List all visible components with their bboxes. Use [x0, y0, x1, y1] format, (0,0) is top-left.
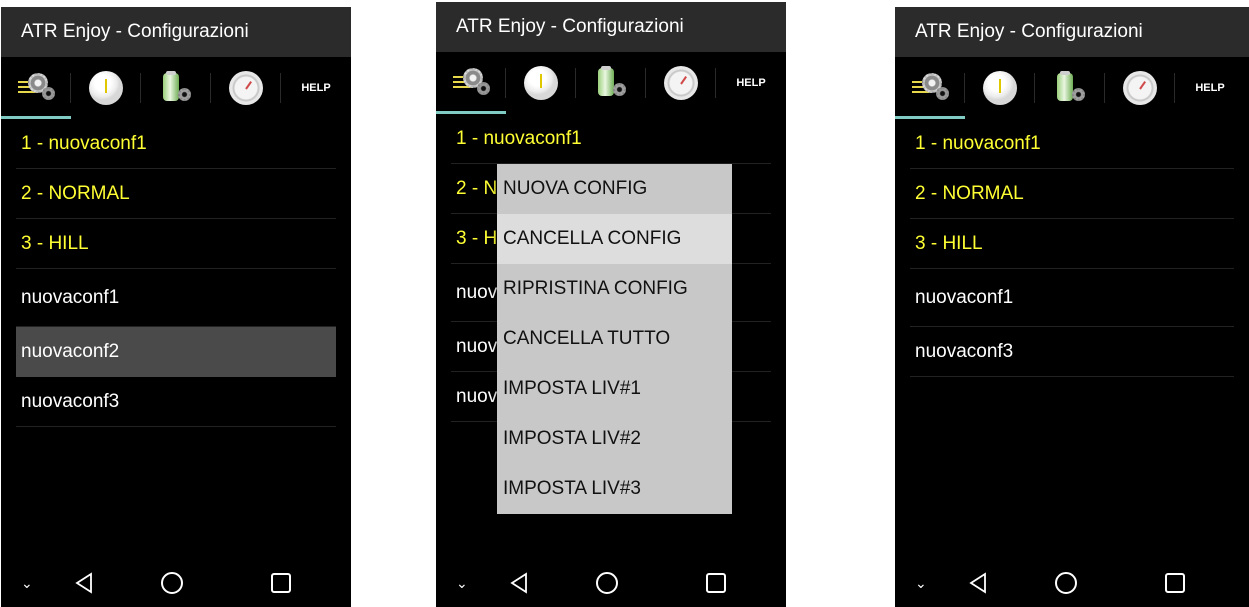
preset-item[interactable]: 3 - HILL — [910, 219, 1234, 269]
config-list: 1 - nuovaconf1 2 - NORMAL 3 - HILL nuova… — [895, 119, 1249, 377]
back-icon[interactable] — [73, 572, 95, 594]
battery-gear-icon — [594, 66, 628, 100]
tab-help[interactable]: HELP — [1175, 57, 1245, 119]
tab-level[interactable] — [965, 57, 1035, 119]
back-icon[interactable] — [508, 572, 530, 594]
preset-item[interactable]: 1 - nuovaconf1 — [16, 119, 336, 169]
tab-bar: HELP — [436, 52, 786, 114]
tab-bar: HELP — [1, 57, 351, 119]
chevron-down-icon[interactable]: ⌄ — [456, 575, 468, 592]
preset-item[interactable]: 2 - NORMAL — [16, 169, 336, 219]
system-navbar: ⌄ — [1, 559, 351, 607]
tab-gauge[interactable] — [211, 57, 281, 119]
gauge-icon — [229, 71, 263, 105]
preset-item[interactable]: 1 - nuovaconf1 — [451, 114, 771, 164]
user-config-item-selected[interactable]: nuovaconf2 — [16, 327, 336, 377]
level-icon — [983, 71, 1017, 105]
tab-battery[interactable] — [1035, 57, 1105, 119]
menu-item-delete-all[interactable]: CANCELLA TUTTO — [497, 314, 732, 364]
level-icon — [524, 66, 558, 100]
tab-battery[interactable] — [141, 57, 211, 119]
screen-2: ATR Enjoy - Configurazioni HELP 1 - nuov… — [436, 2, 786, 607]
tab-configurations[interactable] — [895, 57, 965, 119]
screen-1: ATR Enjoy - Configurazioni HELP 1 - nuov… — [1, 7, 351, 607]
title-bar: ATR Enjoy - Configurazioni — [895, 7, 1249, 57]
user-config-item[interactable]: nuovaconf1 — [16, 269, 336, 327]
tab-gauge[interactable] — [1105, 57, 1175, 119]
preset-item[interactable]: 3 - HILL — [16, 219, 336, 269]
chevron-down-icon[interactable]: ⌄ — [915, 575, 927, 592]
back-icon[interactable] — [967, 572, 989, 594]
tab-level[interactable] — [71, 57, 141, 119]
menu-item-new-config[interactable]: NUOVA CONFIG — [497, 164, 732, 214]
tab-battery[interactable] — [576, 52, 646, 114]
tab-help[interactable]: HELP — [716, 52, 786, 114]
preset-item[interactable]: 1 - nuovaconf1 — [910, 119, 1234, 169]
tab-configurations[interactable] — [436, 52, 506, 114]
help-label: HELP — [736, 77, 766, 89]
recents-icon[interactable] — [271, 573, 291, 593]
tab-gauge[interactable] — [646, 52, 716, 114]
battery-gear-icon — [159, 71, 193, 105]
level-icon — [89, 71, 123, 105]
app-title: ATR Enjoy - Configurazioni — [21, 21, 249, 42]
help-label: HELP — [1195, 82, 1225, 94]
gauge-icon — [1123, 71, 1157, 105]
screen-3: ATR Enjoy - Configurazioni HELP 1 - nuov… — [895, 7, 1249, 607]
user-config-item[interactable]: nuovaconf3 — [16, 377, 336, 427]
context-menu: NUOVA CONFIG CANCELLA CONFIG RIPRISTINA … — [497, 164, 732, 514]
title-bar: ATR Enjoy - Configurazioni — [1, 7, 351, 57]
home-icon[interactable] — [161, 572, 183, 594]
tab-level[interactable] — [506, 52, 576, 114]
app-title: ATR Enjoy - Configurazioni — [456, 16, 684, 37]
tab-configurations[interactable] — [1, 57, 71, 119]
config-gear-icon — [451, 68, 491, 98]
gauge-icon — [664, 66, 698, 100]
system-navbar: ⌄ — [895, 559, 1249, 607]
menu-item-set-level-3[interactable]: IMPOSTA LIV#3 — [497, 464, 732, 514]
app-title: ATR Enjoy - Configurazioni — [915, 21, 1143, 42]
system-navbar: ⌄ — [436, 559, 786, 607]
menu-item-delete-config[interactable]: CANCELLA CONFIG — [497, 214, 732, 264]
battery-gear-icon — [1053, 71, 1087, 105]
recents-icon[interactable] — [1165, 573, 1185, 593]
menu-item-restore-config[interactable]: RIPRISTINA CONFIG — [497, 264, 732, 314]
config-list: 1 - nuovaconf1 2 - NORMAL 3 - HILL nuova… — [1, 119, 351, 427]
config-gear-icon — [16, 73, 56, 103]
home-icon[interactable] — [1055, 572, 1077, 594]
config-gear-icon — [910, 73, 950, 103]
menu-item-set-level-1[interactable]: IMPOSTA LIV#1 — [497, 364, 732, 414]
menu-item-set-level-2[interactable]: IMPOSTA LIV#2 — [497, 414, 732, 464]
home-icon[interactable] — [596, 572, 618, 594]
title-bar: ATR Enjoy - Configurazioni — [436, 2, 786, 52]
tab-bar: HELP — [895, 57, 1249, 119]
preset-item[interactable]: 2 - NORMAL — [910, 169, 1234, 219]
tab-help[interactable]: HELP — [281, 57, 351, 119]
user-config-item[interactable]: nuovaconf3 — [910, 327, 1234, 377]
recents-icon[interactable] — [706, 573, 726, 593]
user-config-item[interactable]: nuovaconf1 — [910, 269, 1234, 327]
help-label: HELP — [301, 82, 331, 94]
chevron-down-icon[interactable]: ⌄ — [21, 575, 33, 592]
